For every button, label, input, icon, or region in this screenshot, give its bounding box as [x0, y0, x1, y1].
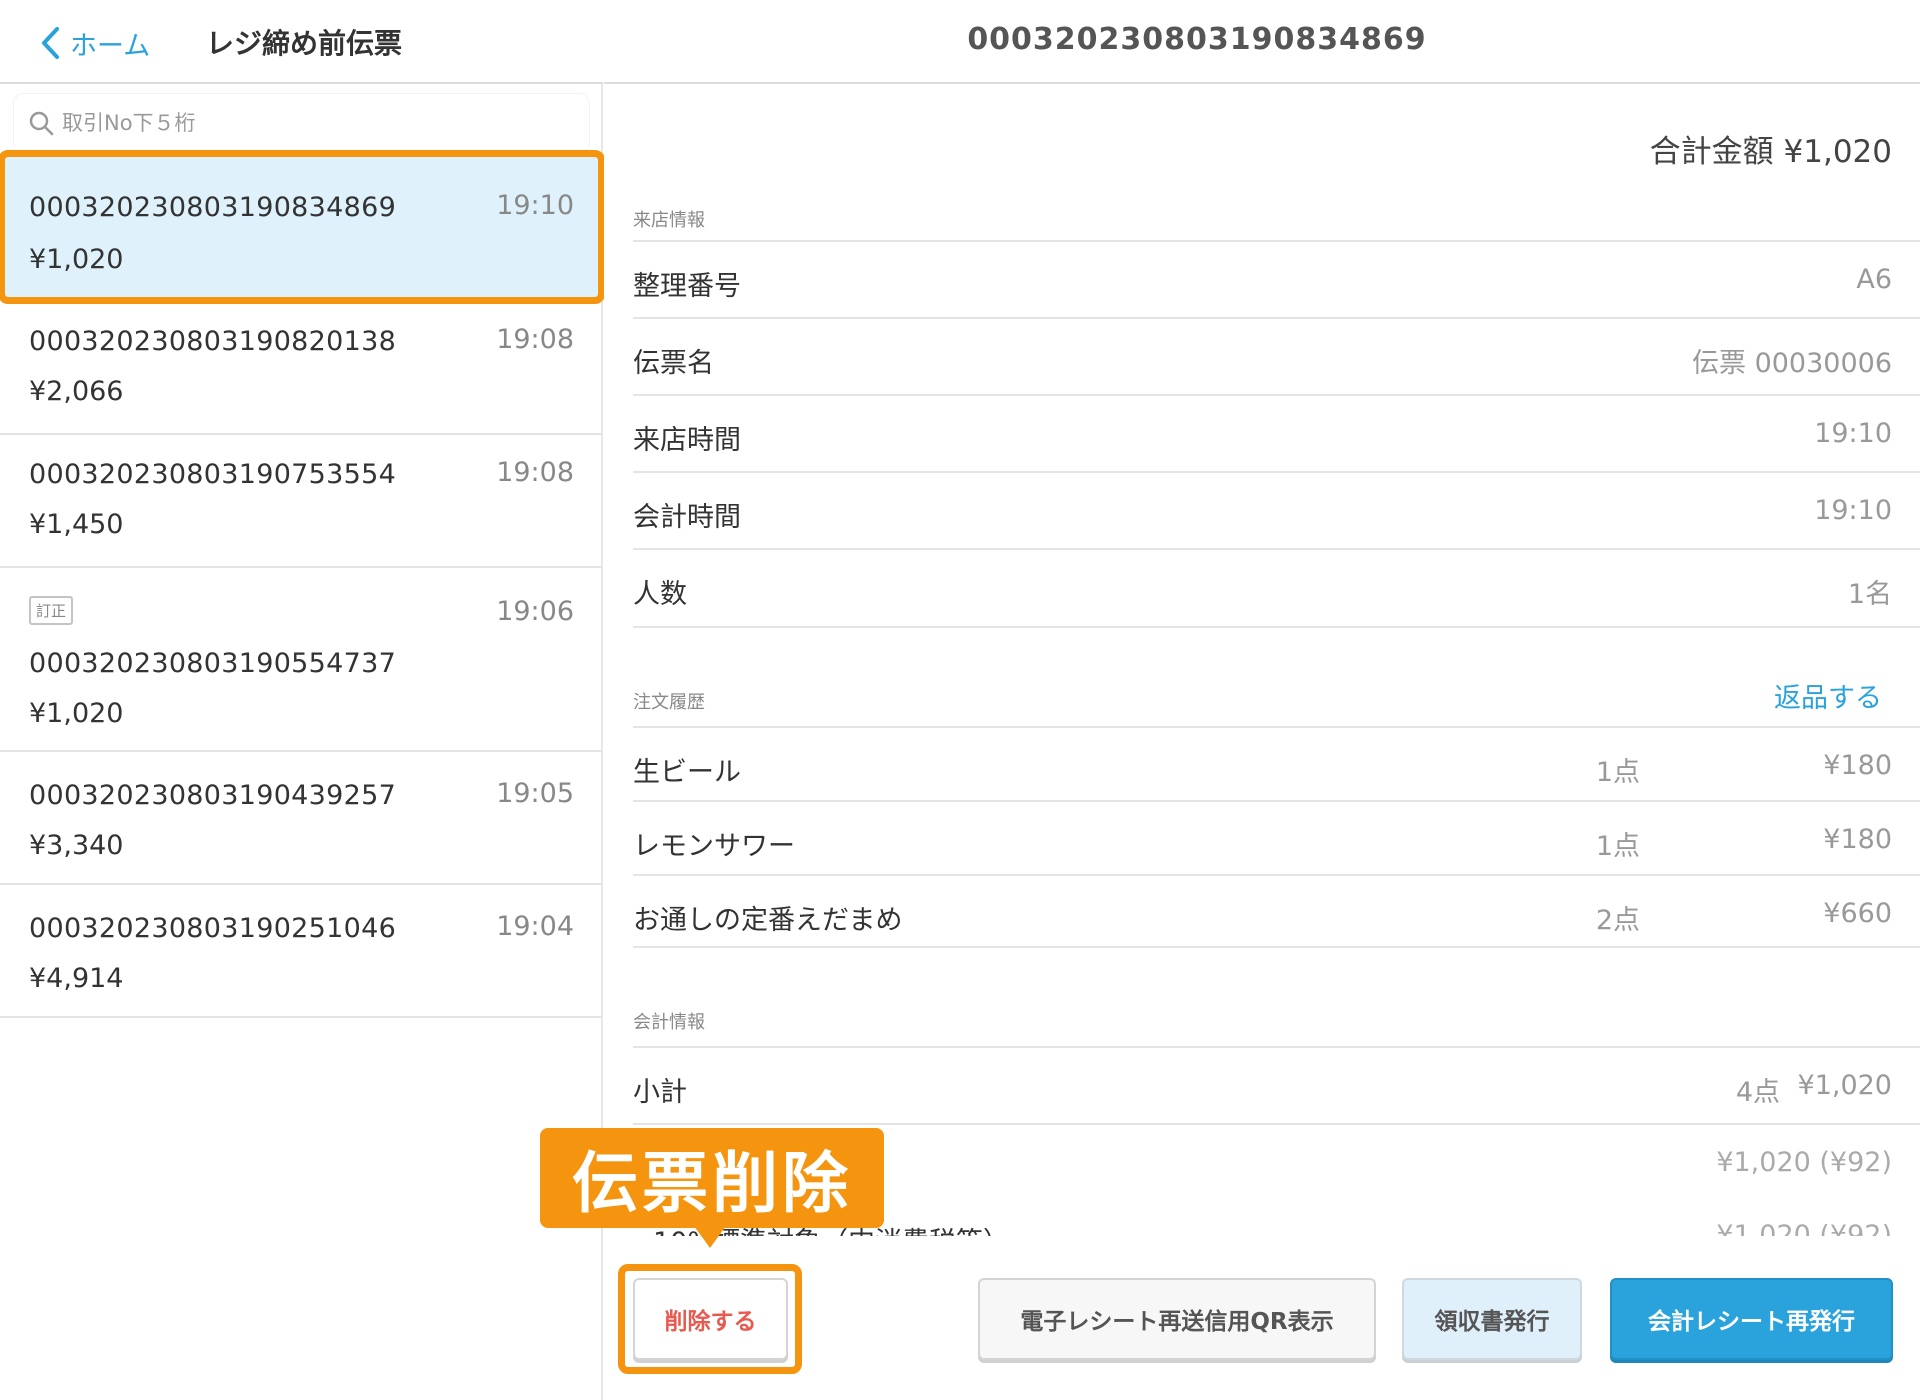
page-title: レジ締め前伝票: [206, 27, 403, 60]
transaction-list: 000320230803190834869 ¥1,020 19:10 00032…: [0, 150, 605, 1018]
row-value: 19:10: [1814, 495, 1892, 526]
transaction-amount: ¥4,914: [29, 963, 124, 994]
transaction-number: 000320230803190834869: [29, 192, 397, 223]
order-row: レモンサワー 1点 ¥180: [633, 800, 1920, 874]
order-qty: 1点: [1595, 757, 1640, 788]
order-name: レモンサワー: [633, 831, 795, 862]
action-bar: 削除する 電子レシート再送信用QR表示 領収書発行 会計レシート再発行: [604, 1236, 1920, 1400]
receipt-button[interactable]: 領収書発行: [1402, 1278, 1582, 1360]
search-icon: [29, 111, 54, 136]
qr-display-button[interactable]: 電子レシート再送信用QR表示: [978, 1278, 1376, 1360]
order-price: ¥660: [1823, 898, 1892, 929]
order-section-label: 注文履歴: [633, 692, 705, 713]
row-value: 伝票 00030006: [1691, 348, 1892, 379]
detail-row: 整理番号 A6: [633, 240, 1920, 317]
transaction-time: 19:04: [496, 911, 574, 942]
return-link[interactable]: 返品する: [1774, 676, 1882, 715]
order-name: お通しの定番えだまめ: [633, 905, 903, 936]
transaction-amount: ¥1,020: [29, 698, 124, 729]
transaction-number: 000320230803190554737: [29, 648, 397, 679]
delete-callout: 伝票削除: [540, 1128, 884, 1228]
transaction-amount: ¥1,450: [29, 509, 124, 540]
transaction-amount: ¥1,020: [29, 244, 124, 275]
detail-row: 来店時間 19:10: [633, 394, 1920, 471]
row-value: 19:10: [1814, 418, 1892, 449]
order-row: お通しの定番えだまめ 2点 ¥660: [633, 874, 1920, 948]
correction-badge: 訂正: [29, 596, 74, 625]
order-price: ¥180: [1823, 824, 1892, 855]
row-label: 小計: [633, 1077, 687, 1108]
chevron-left-icon: [42, 27, 59, 59]
list-item[interactable]: 000320230803190439257 ¥3,340 19:05: [0, 752, 603, 885]
row-label: 会計時間: [633, 502, 741, 533]
transaction-number: 000320230803190753554: [29, 459, 397, 490]
back-label: ホーム: [70, 30, 151, 62]
callout-text: 伝票削除: [572, 1145, 852, 1222]
payment-section-label: 会計情報: [633, 1012, 705, 1033]
transaction-number: 000320230803190439257: [29, 780, 397, 811]
back-button[interactable]: ホーム: [40, 18, 150, 68]
transaction-time: 19:10: [496, 190, 574, 221]
row-value: A6: [1856, 264, 1892, 295]
transaction-amount: ¥3,340: [29, 830, 124, 861]
list-item[interactable]: 000320230803190820138 ¥2,066 19:08: [0, 302, 603, 435]
detail-title: 000320230803190834869: [967, 22, 1427, 57]
delete-button[interactable]: 削除する: [633, 1278, 788, 1360]
order-row: 生ビール 1点 ¥180: [633, 726, 1920, 800]
search-box: [14, 94, 589, 152]
order-name: 生ビール: [633, 757, 741, 788]
row-value: 1名: [1847, 579, 1892, 610]
order-price: ¥180: [1823, 750, 1892, 781]
search-input[interactable]: [62, 111, 562, 135]
list-item[interactable]: 000320230803190753554 ¥1,450 19:08: [0, 435, 603, 568]
row-label: 人数: [633, 579, 687, 610]
detail-row: 人数 1名: [633, 548, 1920, 628]
transaction-number: 000320230803190820138: [29, 326, 397, 357]
order-qty: 1点: [1595, 831, 1640, 862]
row-label: 伝票名: [633, 348, 714, 379]
total-amount: 合計金額 ¥1,020: [1649, 134, 1892, 170]
detail-row: 会計時間 19:10: [633, 471, 1920, 548]
row-label: 整理番号: [633, 271, 741, 302]
transaction-number: 000320230803190251046: [29, 913, 397, 944]
row-value: ¥1,020: [1797, 1070, 1892, 1101]
transaction-time: 19:06: [496, 596, 574, 627]
transaction-amount: ¥2,066: [29, 376, 124, 407]
transaction-time: 19:08: [496, 457, 574, 488]
row-qty: 4点: [1735, 1077, 1780, 1108]
transaction-time: 19:05: [496, 778, 574, 809]
list-item[interactable]: 000320230803190834869 ¥1,020 19:10: [0, 150, 605, 304]
transaction-list-pane: ホーム レジ締め前伝票 000320230803190834869 ¥1,020…: [0, 0, 605, 1400]
left-header: ホーム レジ締め前伝票: [0, 0, 603, 84]
detail-row: 伝票名 伝票 00030006: [633, 317, 1920, 394]
row-label: 来店時間: [633, 425, 741, 456]
detail-header: 000320230803190834869: [604, 0, 1920, 84]
list-item[interactable]: 訂正 000320230803190554737 ¥1,020 19:06: [0, 568, 603, 752]
reissue-receipt-button[interactable]: 会計レシート再発行: [1610, 1278, 1893, 1360]
callout-tail: [694, 1226, 726, 1248]
list-item[interactable]: 000320230803190251046 ¥4,914 19:04: [0, 885, 603, 1018]
transaction-time: 19:08: [496, 324, 574, 355]
visit-section-label: 来店情報: [633, 210, 705, 231]
subtotal-row: 小計 4点 ¥1,020: [633, 1046, 1920, 1123]
row-value: ¥1,020 (¥92): [1716, 1147, 1892, 1178]
order-qty: 2点: [1595, 905, 1640, 936]
